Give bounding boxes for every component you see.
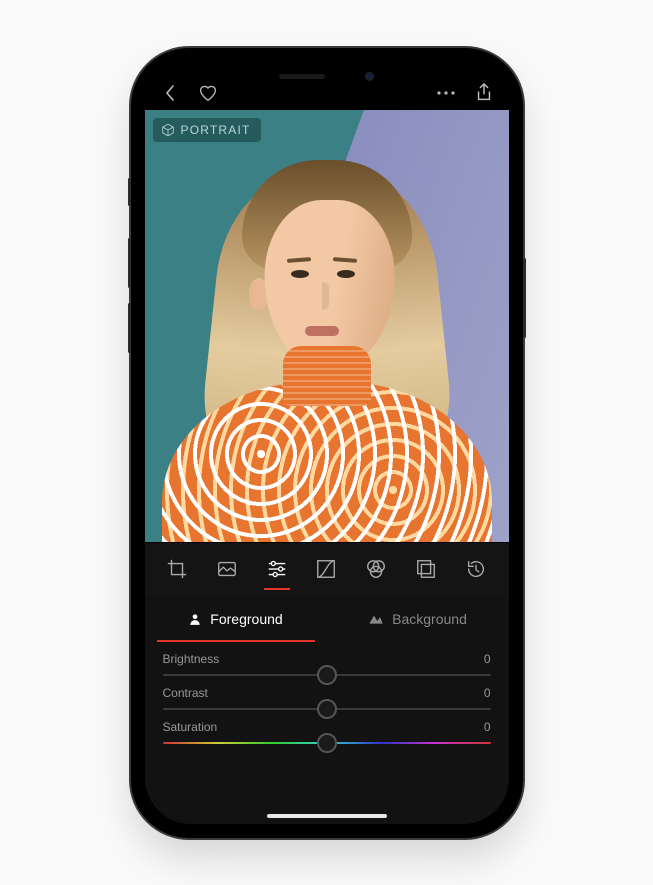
- more-button[interactable]: [435, 82, 457, 104]
- home-indicator[interactable]: [267, 814, 387, 818]
- slider-contrast: Contrast 0: [163, 686, 491, 710]
- share-icon: [475, 83, 493, 103]
- tab-foreground-label: Foreground: [210, 611, 282, 627]
- history-tool[interactable]: [455, 542, 497, 596]
- favorite-button[interactable]: [197, 82, 219, 104]
- tab-background-label: Background: [392, 611, 467, 627]
- adjust-tool[interactable]: [256, 542, 298, 596]
- power-button: [523, 258, 526, 338]
- slider-label: Saturation: [163, 720, 218, 734]
- slider-track[interactable]: [163, 708, 491, 710]
- tab-background[interactable]: Background: [327, 596, 509, 642]
- tool-strip: [145, 542, 509, 596]
- slider-value: 0: [484, 720, 491, 734]
- curves-tool[interactable]: [305, 542, 347, 596]
- screen: PORTRAIT: [145, 62, 509, 824]
- speaker-grille: [279, 74, 325, 79]
- notch: [232, 62, 422, 92]
- crop-icon: [166, 558, 188, 580]
- slider-label: Contrast: [163, 686, 208, 700]
- portrait-badge-label: PORTRAIT: [181, 123, 251, 137]
- subject-eye: [291, 270, 309, 278]
- color-mix-icon: [364, 558, 388, 580]
- slider-thumb[interactable]: [317, 665, 337, 685]
- subject-eye: [337, 270, 355, 278]
- slider-track[interactable]: [163, 674, 491, 676]
- slider-label: Brightness: [163, 652, 220, 666]
- subject-nose: [315, 282, 329, 310]
- heart-icon: [198, 84, 218, 102]
- front-camera: [365, 72, 374, 81]
- crop-tool[interactable]: [156, 542, 198, 596]
- volume-up-button: [128, 238, 131, 288]
- back-button[interactable]: [159, 82, 181, 104]
- sliders-panel: Brightness 0 Contrast 0 Saturation: [145, 642, 509, 824]
- slider-value: 0: [484, 686, 491, 700]
- cube-icon: [161, 123, 175, 137]
- person-icon: [188, 612, 202, 626]
- slider-value: 0: [484, 652, 491, 666]
- slider-brightness: Brightness 0: [163, 652, 491, 676]
- mountains-icon: [368, 613, 384, 625]
- slider-saturation: Saturation 0: [163, 720, 491, 744]
- tab-foreground[interactable]: Foreground: [145, 596, 327, 642]
- slider-track[interactable]: [163, 742, 491, 744]
- filters-tool[interactable]: [206, 542, 248, 596]
- slider-thumb[interactable]: [317, 733, 337, 753]
- adjust-icon: [266, 558, 288, 580]
- subject-lips: [305, 326, 339, 336]
- phone-frame: PORTRAIT: [131, 48, 523, 838]
- mute-switch: [128, 178, 131, 206]
- portrait-mode-badge: PORTRAIT: [153, 118, 261, 142]
- filters-icon: [216, 558, 238, 580]
- subject-tabs: Foreground Background: [145, 596, 509, 642]
- color-mix-tool[interactable]: [355, 542, 397, 596]
- volume-down-button: [128, 303, 131, 353]
- slider-thumb[interactable]: [317, 699, 337, 719]
- history-icon: [465, 558, 487, 580]
- layers-tool[interactable]: [405, 542, 447, 596]
- ellipsis-icon: [436, 90, 456, 96]
- layers-icon: [415, 558, 437, 580]
- chevron-left-icon: [163, 84, 177, 102]
- share-button[interactable]: [473, 82, 495, 104]
- curves-icon: [315, 558, 337, 580]
- photo-preview[interactable]: PORTRAIT: [145, 110, 509, 542]
